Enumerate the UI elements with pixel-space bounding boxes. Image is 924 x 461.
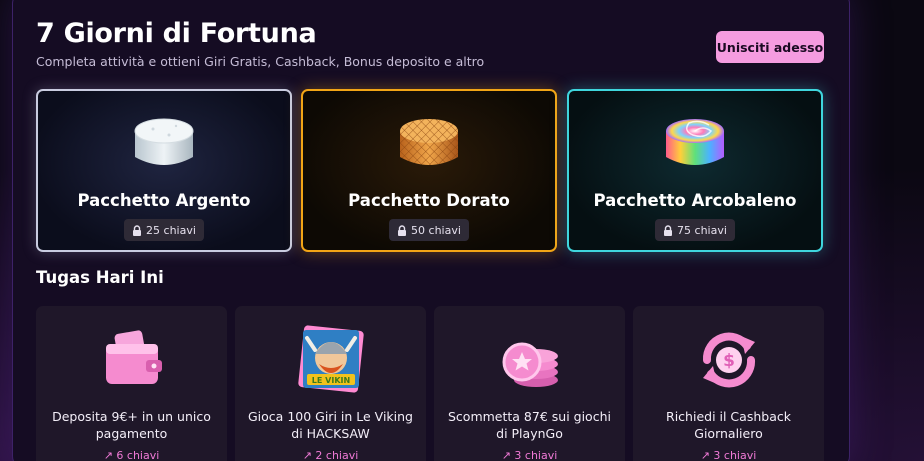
keys-badge: 25 chiavi <box>124 219 204 241</box>
task-reward: ↗ 3 chiavi <box>501 449 558 461</box>
le-viking-game-icon: LE VIKIN <box>297 325 364 393</box>
task-description: Gioca 100 Giri in Le Viking di HACKSAW <box>248 409 413 441</box>
svg-text:LE VIKIN: LE VIKIN <box>311 376 349 385</box>
task-description: Scommetta 87€ sui giochi di PlaynGo <box>448 409 611 441</box>
gold-waffle-cake-icon <box>400 119 458 165</box>
pack-card-rainbow[interactable]: Pacchetto Arcobaleno 75 chiavi <box>567 89 823 252</box>
task-reward: ↗ 3 chiavi <box>700 449 757 461</box>
svg-text:$: $ <box>723 351 735 371</box>
cashback-icon: $ <box>702 332 755 388</box>
keys-badge: 75 chiavi <box>655 219 735 241</box>
task-description: Deposita 9€+ in un unico pagamento <box>52 409 211 441</box>
join-now-button[interactable]: Unisciti adesso <box>716 31 824 63</box>
tasks-section-title: Tugas Hari Ini <box>36 268 164 287</box>
task-card-bet-playngo[interactable]: Scommetta 87€ sui giochi di PlaynGo ↗ 3 … <box>434 306 625 461</box>
keys-count: 25 chiavi <box>146 223 196 237</box>
pack-card-gold[interactable]: Pacchetto Dorato 50 chiavi <box>301 89 557 252</box>
pack-name: Pacchetto Arcobaleno <box>593 191 797 210</box>
pack-name: Pacchetto Dorato <box>348 191 510 210</box>
wallet-icon <box>105 330 162 384</box>
lock-icon <box>664 224 673 236</box>
coin-stack-icon <box>502 342 558 387</box>
task-reward: ↗ 6 chiavi <box>103 449 160 461</box>
lock-icon <box>133 224 142 236</box>
task-card-le-viking[interactable]: LE VIKIN Gioca 100 Giri in Le Viking di … <box>235 306 426 461</box>
task-reward: ↗ 2 chiavi <box>302 449 359 461</box>
page-subtitle: Completa attività e ottieni Giri Gratis,… <box>36 54 485 69</box>
rainbow-candy-icon <box>666 119 724 165</box>
pack-card-silver[interactable]: Pacchetto Argento 25 chiavi <box>36 89 292 252</box>
pack-name: Pacchetto Argento <box>77 191 251 210</box>
keys-count: 50 chiavi <box>411 223 461 237</box>
keys-badge: 50 chiavi <box>389 219 469 241</box>
page-title: 7 Giorni di Fortuna <box>36 18 317 49</box>
task-description: Richiedi il Cashback Giornaliero <box>666 409 791 441</box>
keys-count: 75 chiavi <box>677 223 727 237</box>
task-card-deposit[interactable]: Deposita 9€+ in un unico pagamento ↗ 6 c… <box>36 306 227 461</box>
lock-icon <box>398 224 407 236</box>
task-card-cashback[interactable]: $ Richiedi il Cashback Giornaliero ↗ 3 c… <box>633 306 824 461</box>
silver-cake-icon <box>134 118 194 165</box>
